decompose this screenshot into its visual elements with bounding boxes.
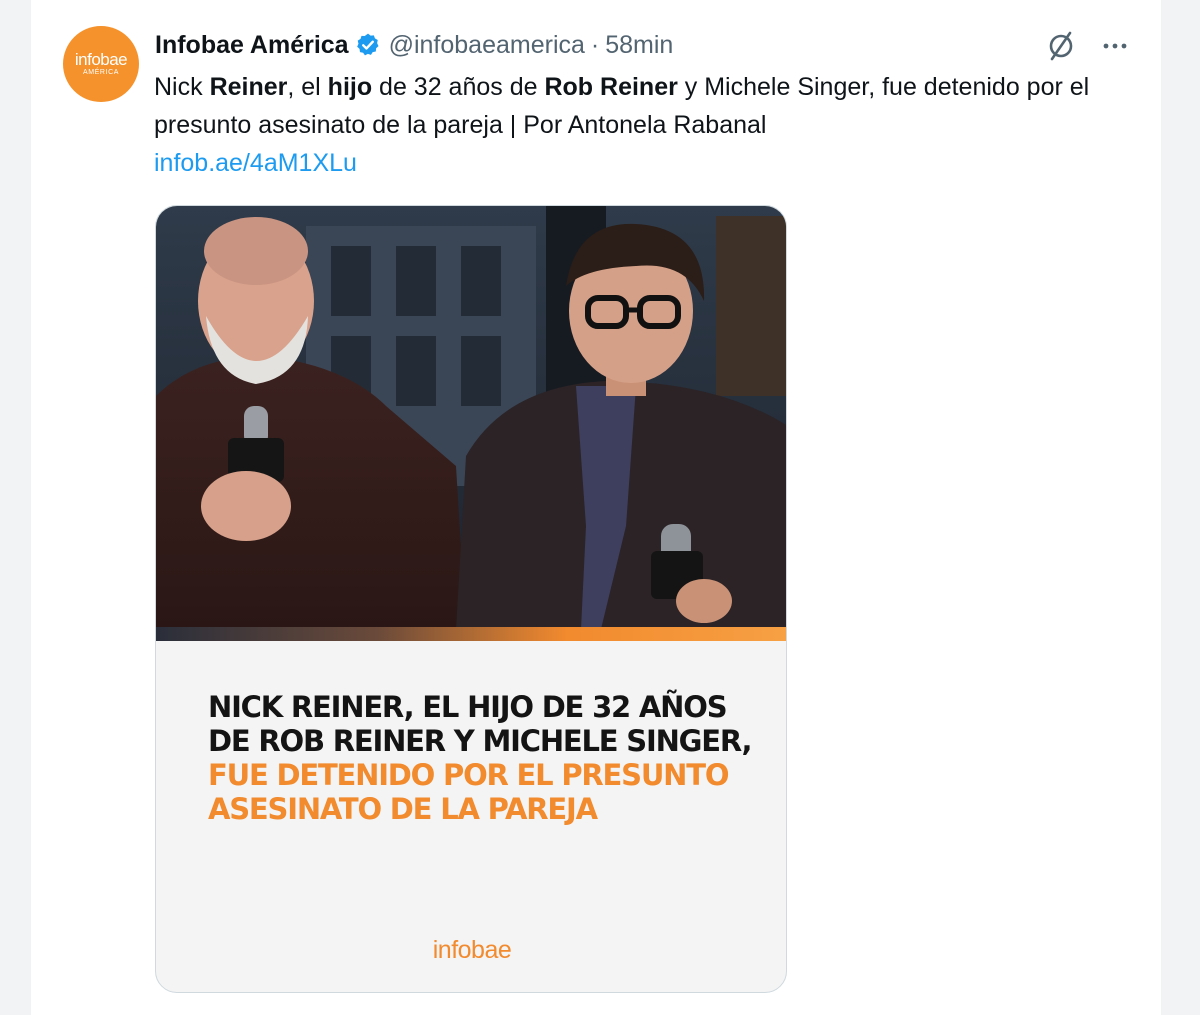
headline-orange: FUE DETENIDO POR EL PRESUNTO ASESINATO D… xyxy=(208,758,729,826)
verified-badge-icon[interactable] xyxy=(355,32,381,58)
avatar-text-line2: AMÉRICA xyxy=(82,69,120,76)
text-bold: Rob Reiner xyxy=(544,73,678,101)
tweet-header: Infobae América @infobaeamerica · 58min xyxy=(155,30,673,60)
headline-black: NICK REINER, EL HIJO DE 32 AÑOS DE ROB R… xyxy=(208,690,753,758)
text-part: Nick xyxy=(154,73,210,101)
card-headline: NICK REINER, EL HIJO DE 32 AÑOS DE ROB R… xyxy=(208,690,768,826)
tweet-text: Nick Reiner, el hijo de 32 años de Rob R… xyxy=(154,68,1104,182)
media-card[interactable]: NICK REINER, EL HIJO DE 32 AÑOS DE ROB R… xyxy=(155,205,787,993)
text-part: , el xyxy=(287,73,328,101)
separator-dot: · xyxy=(590,30,600,59)
author-handle[interactable]: @infobaeamerica xyxy=(389,31,585,60)
text-bold: hijo xyxy=(327,73,373,101)
news-photo[interactable] xyxy=(156,206,786,629)
grok-icon[interactable] xyxy=(1043,28,1079,64)
article-link[interactable]: infob.ae/4aM1XLu xyxy=(154,144,357,182)
infobae-logo: infobae xyxy=(432,936,512,964)
author-name[interactable]: Infobae América xyxy=(155,31,349,60)
tweet[interactable]: infobae AMÉRICA Infobae América @infobae… xyxy=(30,0,1162,1015)
timestamp[interactable]: 58min xyxy=(605,31,673,60)
avatar[interactable]: infobae AMÉRICA xyxy=(63,26,139,102)
avatar-text-line1: infobae xyxy=(74,50,128,69)
accent-stripe xyxy=(156,627,786,641)
text-bold: Reiner xyxy=(209,73,288,101)
more-icon[interactable] xyxy=(1097,28,1133,64)
text-part: de 32 años de xyxy=(372,73,545,101)
